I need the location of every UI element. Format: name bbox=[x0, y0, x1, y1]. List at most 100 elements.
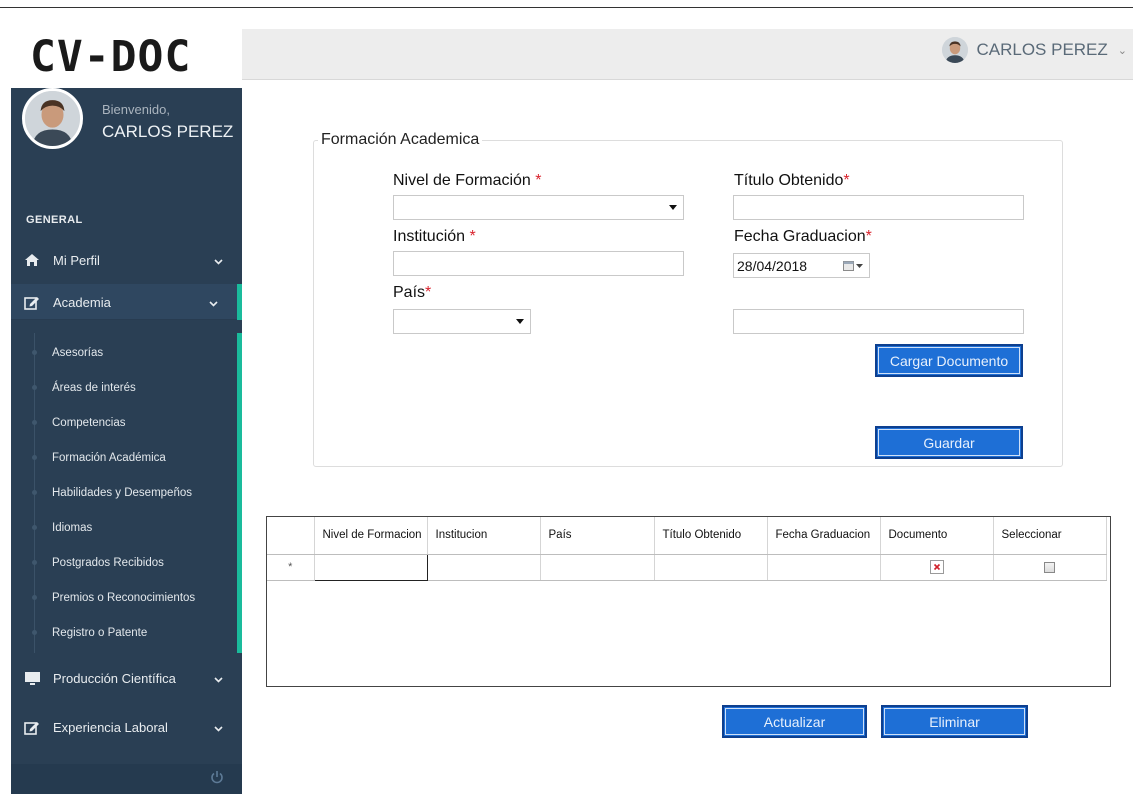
label-text: País bbox=[393, 284, 426, 301]
logo: CV-DOC bbox=[0, 8, 238, 88]
submenu-label: Formación Académica bbox=[52, 451, 166, 464]
pais-select[interactable] bbox=[393, 309, 531, 334]
column-header[interactable]: Documento bbox=[880, 517, 994, 555]
sidebar-item-academia[interactable]: Academia bbox=[11, 284, 242, 320]
grid-cell[interactable] bbox=[540, 554, 655, 581]
submenu-item-idiomas[interactable]: Idiomas bbox=[11, 510, 237, 545]
submenu-item-postgrados[interactable]: Postgrados Recibidos bbox=[11, 545, 237, 580]
nivel-formacion-label: Nivel de Formación * bbox=[393, 172, 542, 190]
column-header[interactable]: Fecha Graduacion bbox=[767, 517, 881, 555]
sidebar-footer bbox=[11, 764, 242, 794]
titulo-obtenido-label: Título Obtenido* bbox=[734, 172, 850, 190]
column-header[interactable]: País bbox=[540, 517, 655, 555]
nivel-formacion-select[interactable] bbox=[393, 195, 684, 220]
chevron-down-icon bbox=[214, 253, 224, 268]
user-menu[interactable]: CARLOS PEREZ ⌄ bbox=[942, 37, 1127, 63]
fecha-graduacion-label: Fecha Graduacion* bbox=[734, 228, 872, 246]
top-navbar: CARLOS PEREZ ⌄ bbox=[242, 29, 1133, 80]
sidebar-item-produccion-cientifica[interactable]: Producción Científica bbox=[11, 660, 242, 696]
grid-cell[interactable] bbox=[767, 554, 881, 581]
column-header[interactable]: Nivel de Formacion bbox=[314, 517, 428, 555]
fecha-graduacion-picker[interactable]: 28/04/2018 bbox=[733, 253, 870, 278]
grid-cell-seleccionar[interactable] bbox=[993, 554, 1107, 581]
bullet-icon bbox=[32, 455, 37, 460]
chevron-down-icon bbox=[214, 671, 224, 686]
submenu-label: Registro o Patente bbox=[52, 626, 148, 639]
document-path-input[interactable] bbox=[733, 309, 1024, 334]
broken-image-icon bbox=[929, 560, 944, 574]
submenu-label: Asesorías bbox=[52, 346, 104, 359]
logout-power-icon[interactable] bbox=[210, 770, 224, 789]
label-text: Institución bbox=[393, 228, 466, 245]
sidebar-item-label: Mi Perfil bbox=[53, 252, 100, 268]
dropdown-arrow-icon bbox=[516, 319, 524, 324]
new-row-marker: * bbox=[267, 554, 315, 581]
submenu-label: Áreas de interés bbox=[52, 381, 136, 394]
profile-quick-info: Bienvenido, CARLOS PEREZ bbox=[11, 88, 242, 178]
user-name: CARLOS PEREZ bbox=[976, 40, 1108, 59]
actualizar-button[interactable]: Actualizar bbox=[722, 705, 867, 738]
logo-text: CV-DOC bbox=[30, 32, 192, 82]
sidebar-item-label: Experiencia Laboral bbox=[53, 719, 168, 735]
grid-cell[interactable] bbox=[427, 554, 541, 581]
calendar-icon[interactable] bbox=[843, 261, 863, 271]
institucion-label: Institución * bbox=[393, 228, 476, 246]
sidebar-item-label: Producción Científica bbox=[53, 670, 176, 686]
sidebar-item-mi-perfil[interactable]: Mi Perfil bbox=[11, 242, 242, 278]
titulo-obtenido-input[interactable] bbox=[733, 195, 1024, 220]
home-icon bbox=[23, 253, 41, 267]
bullet-icon bbox=[32, 595, 37, 600]
select-checkbox[interactable] bbox=[1044, 561, 1055, 573]
submenu-item-habilidades[interactable]: Habilidades y Desempeños bbox=[11, 475, 237, 510]
label-text: Fecha Graduacion bbox=[734, 228, 866, 245]
cargar-documento-button[interactable]: Cargar Documento bbox=[875, 344, 1023, 377]
bullet-icon bbox=[32, 350, 37, 355]
column-header[interactable]: Institucion bbox=[427, 517, 541, 555]
date-value: 28/04/2018 bbox=[737, 257, 808, 274]
institucion-input[interactable] bbox=[393, 251, 684, 276]
submenu-item-areas-de-interes[interactable]: Áreas de interés bbox=[11, 370, 237, 405]
grid-cell[interactable] bbox=[654, 554, 768, 581]
submenu-label: Postgrados Recibidos bbox=[52, 556, 164, 569]
submenu-item-formacion-academica[interactable]: Formación Académica bbox=[11, 440, 237, 475]
grid-header-row: Nivel de Formacion Institucion País Títu… bbox=[267, 517, 1107, 555]
sidebar-item-experiencia-laboral[interactable]: Experiencia Laboral bbox=[11, 709, 242, 745]
required-mark: * bbox=[865, 228, 872, 245]
required-mark: * bbox=[425, 284, 432, 301]
guardar-button[interactable]: Guardar bbox=[875, 426, 1023, 459]
grid-cell[interactable] bbox=[313, 553, 428, 581]
chevron-down-icon: ⌄ bbox=[1117, 44, 1127, 57]
edit-icon bbox=[23, 295, 41, 310]
bullet-icon bbox=[32, 420, 37, 425]
edit-icon bbox=[23, 720, 41, 735]
welcome-text: Bienvenido, bbox=[102, 102, 170, 117]
row-header-corner bbox=[267, 517, 315, 555]
app-window: CV-DOC CARLOS PEREZ ⌄ Bienvenido, CARLOS… bbox=[0, 0, 1133, 794]
profile-avatar bbox=[22, 88, 83, 149]
submenu-item-registro-patente[interactable]: Registro o Patente bbox=[11, 615, 237, 650]
profile-name: CARLOS PEREZ bbox=[102, 122, 234, 141]
group-legend: Formación Academica bbox=[318, 131, 483, 149]
chevron-down-icon bbox=[209, 295, 219, 310]
bullet-icon bbox=[32, 560, 37, 565]
submenu-item-premios[interactable]: Premios o Reconocimientos bbox=[11, 580, 237, 615]
required-mark: * bbox=[469, 228, 476, 245]
bullet-icon bbox=[32, 490, 37, 495]
monitor-icon bbox=[23, 671, 41, 686]
table-row[interactable]: * bbox=[267, 553, 1107, 581]
chevron-down-icon bbox=[214, 720, 224, 735]
pais-label: País* bbox=[393, 284, 431, 302]
bullet-icon bbox=[32, 525, 37, 530]
formacion-data-grid[interactable]: Nivel de Formacion Institucion País Títu… bbox=[266, 516, 1111, 687]
submenu-item-asesorias[interactable]: Asesorías bbox=[11, 335, 237, 370]
eliminar-button[interactable]: Eliminar bbox=[881, 705, 1028, 738]
column-header[interactable]: Título Obtenido bbox=[654, 517, 768, 555]
grid-cell-documento[interactable] bbox=[880, 554, 994, 581]
grid-table: Nivel de Formacion Institucion País Títu… bbox=[267, 517, 1107, 581]
column-header[interactable]: Seleccionar bbox=[993, 517, 1107, 555]
submenu-item-competencias[interactable]: Competencias bbox=[11, 405, 237, 440]
required-mark: * bbox=[843, 172, 850, 189]
bullet-icon bbox=[32, 385, 37, 390]
submenu-label: Habilidades y Desempeños bbox=[52, 486, 192, 499]
label-text: Nivel de Formación bbox=[393, 172, 531, 189]
